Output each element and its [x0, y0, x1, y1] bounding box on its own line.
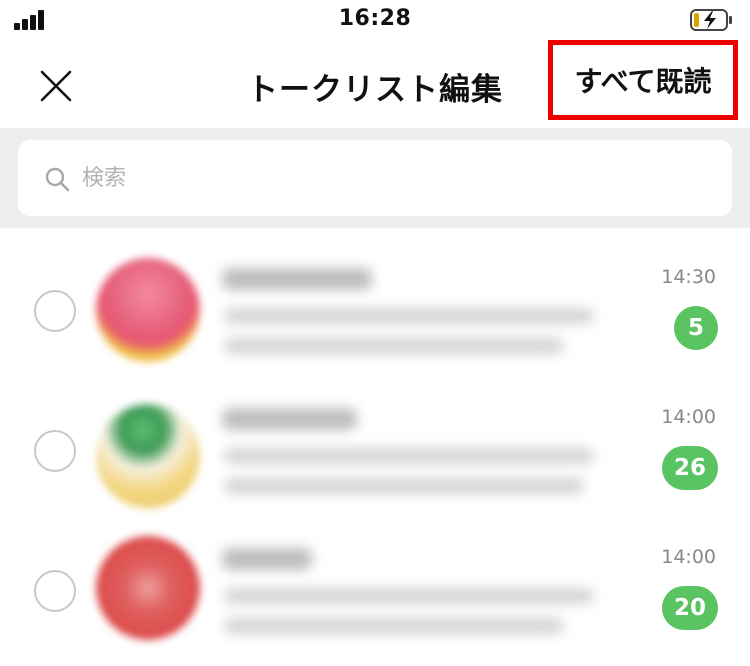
message-preview-blurred [224, 308, 594, 324]
unread-badge: 5 [674, 306, 718, 350]
avatar [96, 404, 200, 508]
chat-row[interactable]: 14:00 20 [0, 526, 750, 666]
message-preview-blurred [224, 588, 594, 604]
avatar [96, 258, 200, 362]
select-checkbox[interactable] [34, 430, 76, 472]
page-title: トークリスト編集 [247, 72, 503, 108]
select-checkbox[interactable] [34, 570, 76, 612]
chat-time: 14:00 [661, 406, 716, 428]
mark-all-read-button[interactable]: すべて既読 [548, 40, 738, 120]
unread-badge: 26 [661, 446, 718, 490]
chat-row[interactable]: 14:30 5 [0, 246, 750, 386]
battery-charging-icon [690, 9, 732, 31]
chat-time: 14:00 [661, 546, 716, 568]
chat-row[interactable]: 14:00 26 [0, 386, 750, 526]
chat-name-blurred [222, 408, 357, 430]
message-preview-blurred [224, 618, 564, 634]
status-time: 16:28 [338, 6, 412, 31]
chat-name-blurred [222, 268, 372, 290]
message-preview-blurred [224, 338, 564, 354]
close-icon[interactable] [36, 66, 76, 106]
chat-time: 14:30 [661, 266, 716, 288]
status-bar: 16:28 [0, 0, 750, 44]
unread-badge: 20 [661, 586, 718, 630]
nav-bar: トークリスト編集 すべて既読 [0, 40, 750, 128]
search-icon [45, 167, 70, 192]
message-preview-blurred [224, 478, 584, 494]
chat-name-blurred [222, 548, 312, 570]
search-input[interactable] [82, 158, 682, 198]
avatar [96, 536, 200, 640]
search-box[interactable] [18, 140, 732, 216]
search-area [0, 128, 750, 228]
message-preview-blurred [224, 448, 594, 464]
select-checkbox[interactable] [34, 290, 76, 332]
